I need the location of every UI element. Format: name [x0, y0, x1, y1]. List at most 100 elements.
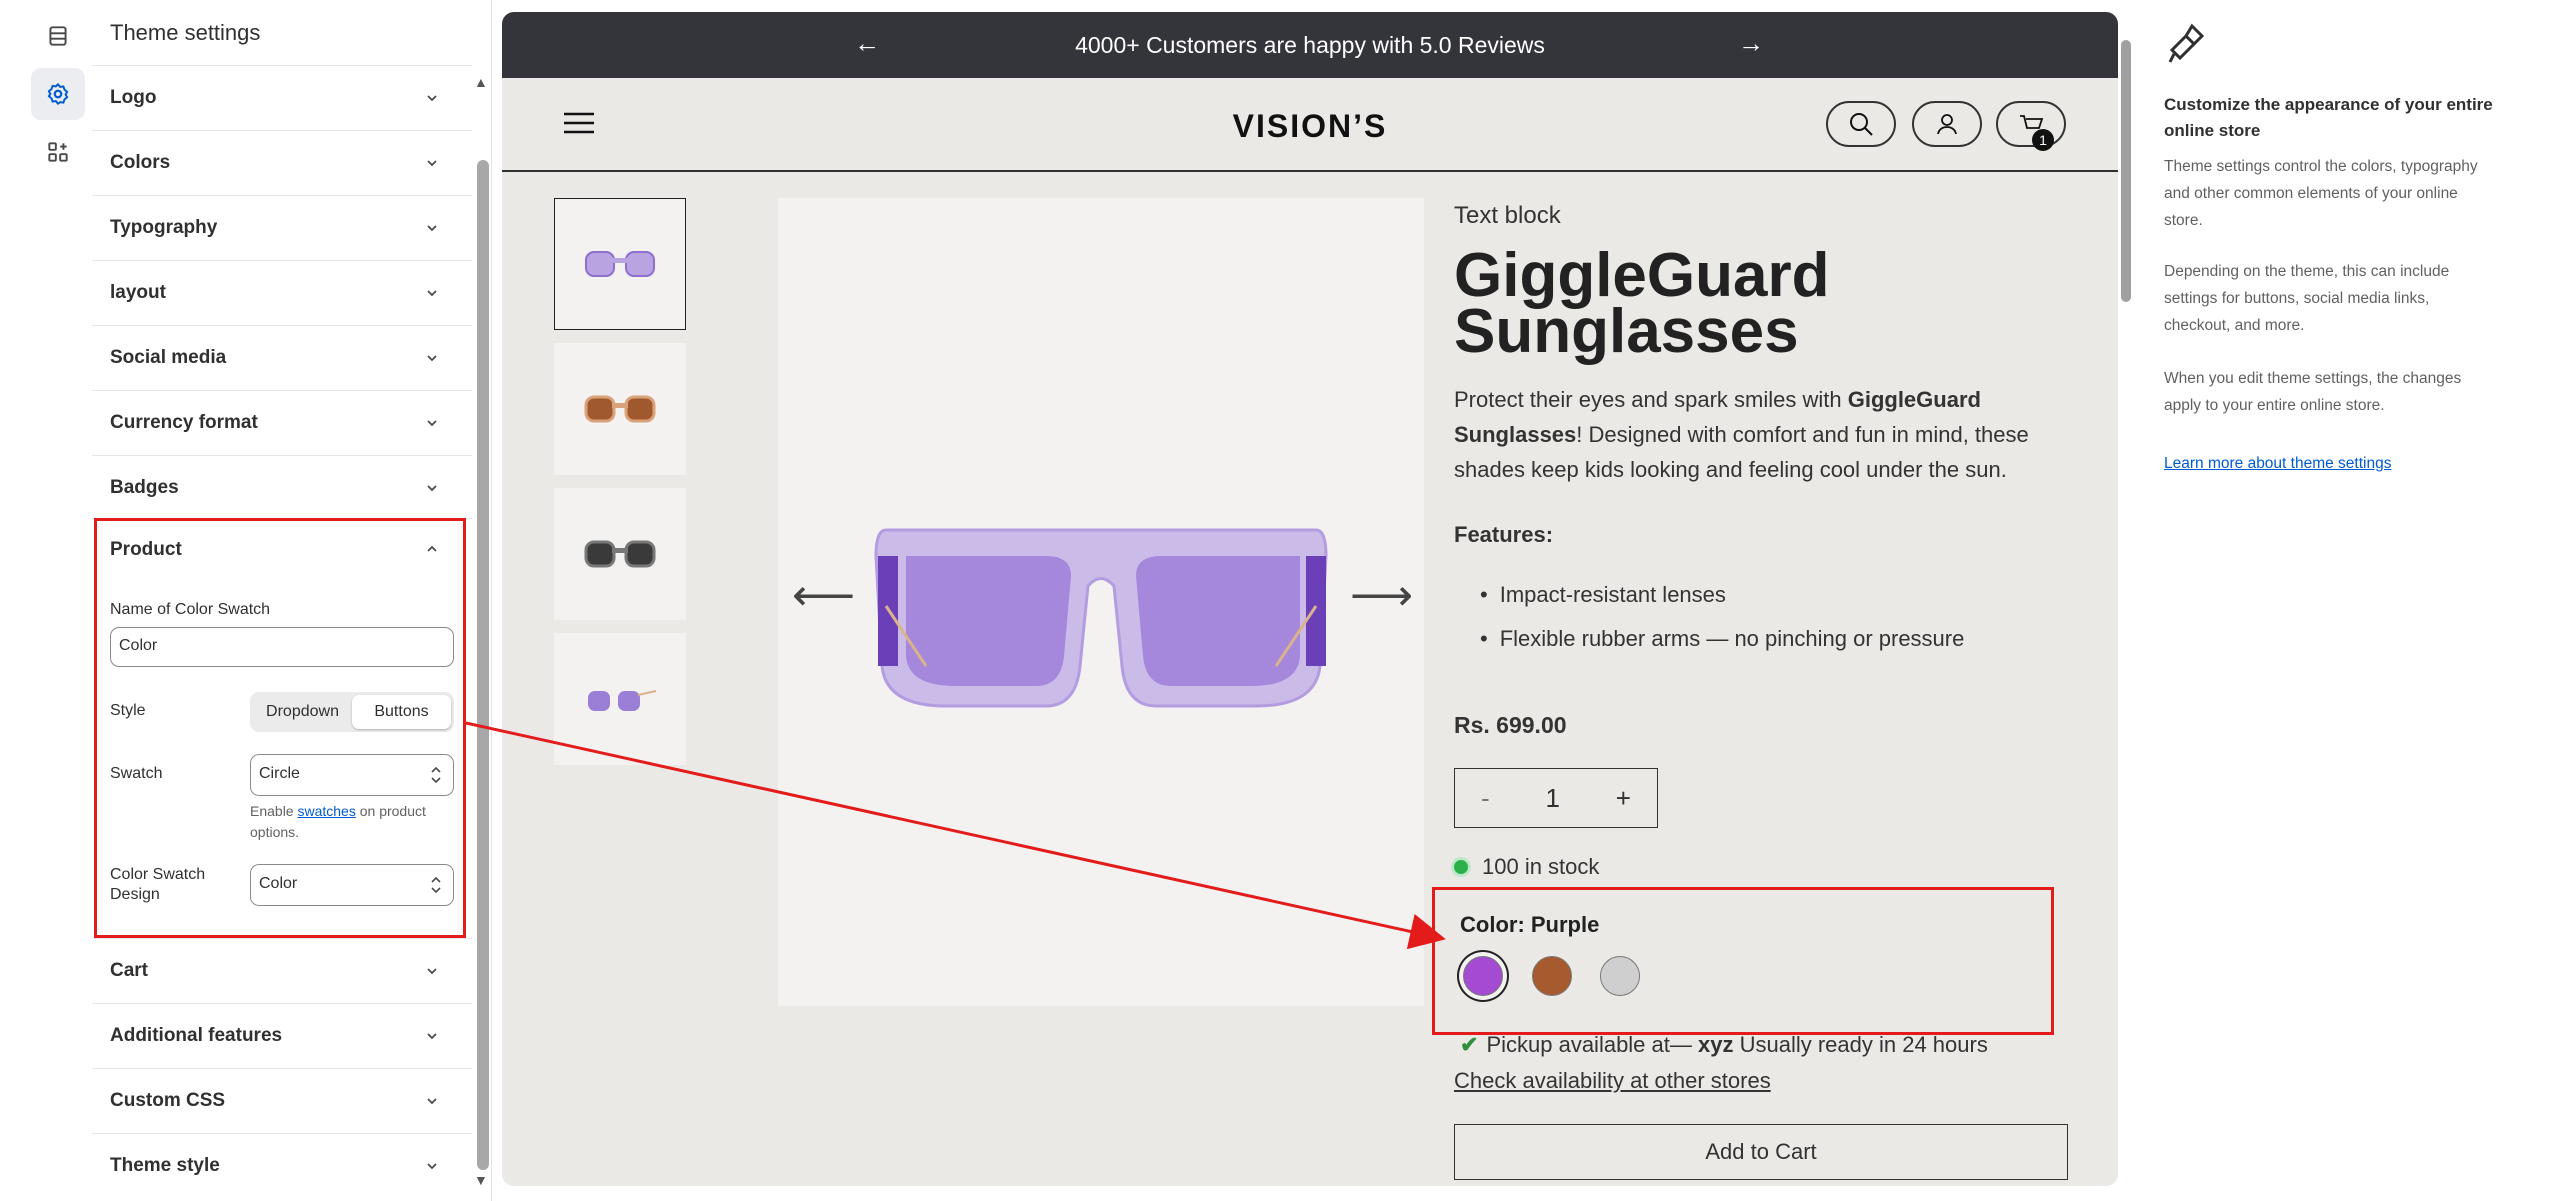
scroll-down-arrow[interactable]: ▼	[474, 1172, 488, 1188]
in-stock-dot-icon	[1454, 860, 1468, 874]
cart-count-badge: 1	[2032, 129, 2054, 151]
section-label: Currency format	[110, 412, 258, 433]
theme-settings-gear-icon[interactable]	[31, 68, 85, 120]
search-button[interactable]	[1826, 101, 1896, 147]
stock-text: 100 in stock	[1482, 854, 1600, 879]
sunglasses-thumb-image	[585, 251, 655, 277]
user-icon	[1937, 114, 1957, 135]
account-button[interactable]	[1912, 101, 1982, 147]
cart-button[interactable]: 1	[1996, 101, 2066, 151]
product-price: Rs. 699.00	[1454, 712, 1567, 738]
arrow-left-icon[interactable]: ←	[854, 28, 880, 59]
chevron-down-icon	[427, 355, 437, 362]
section-custom-css[interactable]: Custom CSS	[92, 1068, 472, 1133]
chevron-down-icon	[427, 968, 437, 975]
section-label: Cart	[110, 960, 149, 981]
sections-icon[interactable]	[31, 10, 85, 62]
chevron-down-icon	[427, 160, 437, 167]
chevron-down-icon	[427, 225, 437, 232]
store-header: VISION’S 1	[502, 78, 2118, 172]
section-social-media[interactable]: Social media	[92, 325, 472, 390]
section-typography[interactable]: Typography	[92, 195, 472, 260]
section-label: Logo	[110, 87, 157, 108]
pickup-store: xyz	[1698, 1032, 1734, 1057]
product-title: GiggleGuard Sunglasses	[1454, 241, 1830, 363]
check-icon: ✔	[1460, 1032, 1479, 1057]
product-thumbnail[interactable]	[554, 343, 686, 475]
section-logo[interactable]: Logo	[92, 65, 472, 130]
info-paragraph-2: Depending on the theme, this can include…	[2164, 263, 2450, 334]
desc-prefix: Protect their eyes and spark smiles with	[1454, 387, 1848, 412]
product-thumbnail[interactable]	[554, 488, 686, 620]
feature-item: Impact-resistant lenses	[1480, 582, 1964, 608]
announcement-bar: ← 4000+ Customers are happy with 5.0 Rev…	[502, 12, 2118, 78]
pickup-prefix: Pickup available at—	[1486, 1032, 1698, 1057]
section-additional-features[interactable]: Additional features	[92, 1003, 472, 1068]
product-thumbnail[interactable]	[554, 633, 686, 765]
scroll-up-arrow[interactable]: ▲	[474, 74, 488, 90]
section-label: Custom CSS	[110, 1090, 226, 1111]
info-paragraph-3: When you edit theme settings, the change…	[2164, 370, 2462, 414]
section-cart[interactable]: Cart	[92, 938, 472, 1003]
section-layout[interactable]: layout	[92, 260, 472, 325]
qty-value[interactable]: 1	[1546, 783, 1560, 814]
info-sidebar: Customize the appearance of your entire …	[2146, 0, 2560, 1201]
section-badges[interactable]: Badges	[92, 455, 472, 520]
chevron-down-icon	[427, 1163, 437, 1170]
panel-scrollbar-thumb[interactable]	[477, 160, 489, 1170]
section-label: layout	[110, 282, 166, 303]
app-embeds-icon[interactable]	[31, 126, 85, 178]
product-main-image: ⟵ ⟶	[778, 198, 1424, 1006]
quantity-stepper: - 1 +	[1454, 768, 1658, 828]
product-title-line1: GiggleGuard	[1454, 241, 1830, 310]
qty-plus-button[interactable]: +	[1616, 783, 1631, 814]
learn-more-link[interactable]: Learn more about theme settings	[2164, 455, 2391, 473]
sunglasses-thumb-image	[584, 395, 656, 423]
icon-rail	[0, 0, 92, 1201]
search-icon	[1850, 113, 1873, 136]
pickup-info: ✔ Pickup available at— xyz Usually ready …	[1460, 1032, 1988, 1058]
product-settings-highlight	[94, 518, 466, 938]
chevron-down-icon	[427, 290, 437, 297]
image-next-arrow-icon[interactable]: ⟶	[1350, 570, 1413, 621]
product-description: Protect their eyes and spark smiles with…	[1454, 382, 2044, 487]
purple-sunglasses-image	[874, 528, 1328, 708]
section-label: Badges	[110, 477, 179, 498]
info-paragraph-1: Theme settings control the colors, typog…	[2164, 158, 2478, 229]
section-label: Social media	[110, 347, 227, 368]
product-thumbnail[interactable]	[554, 198, 686, 330]
section-label: Colors	[110, 152, 171, 173]
pickup-suffix: Usually ready in 24 hours	[1733, 1032, 1988, 1057]
info-heading: Customize the appearance of your entire …	[2164, 95, 2493, 140]
features-heading: Features:	[1454, 522, 1554, 547]
panel-title: Theme settings	[110, 20, 261, 45]
arrow-right-icon[interactable]: →	[1738, 28, 1764, 59]
stock-status: 100 in stock	[1454, 854, 1599, 880]
section-label: Additional features	[110, 1025, 283, 1046]
section-label: Theme style	[110, 1155, 220, 1176]
paint-brush-icon	[2168, 23, 2205, 63]
chevron-down-icon	[427, 485, 437, 492]
feature-item: Flexible rubber arms — no pinching or pr…	[1480, 626, 1965, 652]
section-currency-format[interactable]: Currency format	[92, 390, 472, 455]
features-list: Impact-resistant lenses Flexible rubber …	[1480, 582, 1965, 670]
image-prev-arrow-icon[interactable]: ⟵	[792, 570, 855, 621]
chevron-down-icon	[427, 1033, 437, 1040]
add-to-cart-button[interactable]: Add to Cart	[1454, 1124, 2068, 1180]
section-label: Typography	[110, 217, 218, 238]
sunglasses-thumb-image	[584, 540, 656, 568]
settings-accordion: Logo Colors Typography layout Social med…	[92, 65, 472, 520]
section-theme-style[interactable]: Theme style	[92, 1133, 472, 1198]
chevron-down-icon	[427, 1098, 437, 1105]
preview-scrollbar-thumb[interactable]	[2121, 40, 2131, 302]
text-block-label: Text block	[1454, 202, 1561, 229]
chevron-down-icon	[427, 95, 437, 102]
color-swatch-highlight	[1432, 887, 2054, 1035]
settings-accordion-lower: Cart Additional features Custom CSS Them…	[92, 938, 472, 1198]
chevron-down-icon	[427, 420, 437, 427]
qty-minus-button[interactable]: -	[1481, 783, 1490, 814]
check-availability-link[interactable]: Check availability at other stores	[1454, 1068, 1771, 1094]
section-colors[interactable]: Colors	[92, 130, 472, 195]
sunglasses-thumb-image	[588, 690, 657, 711]
announcement-text: 4000+ Customers are happy with 5.0 Revie…	[1075, 31, 1545, 58]
